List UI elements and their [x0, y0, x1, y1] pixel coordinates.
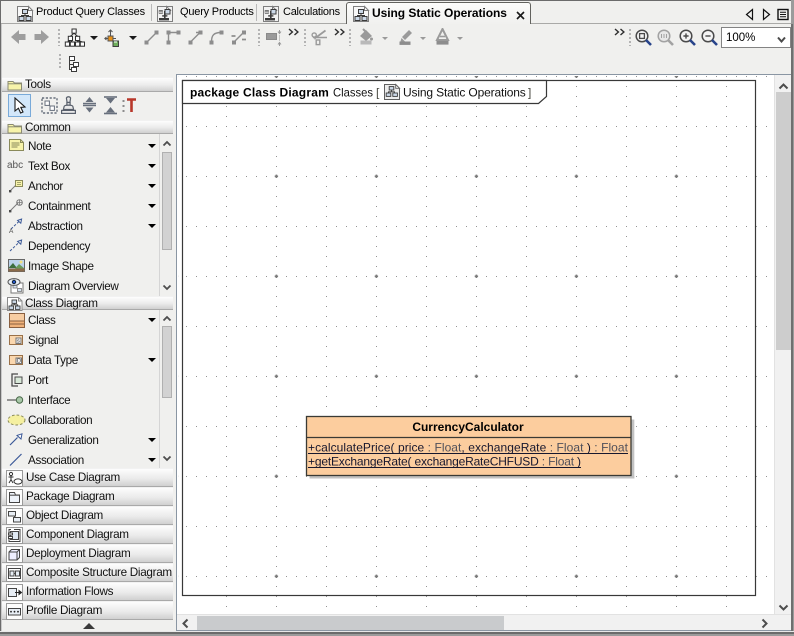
- svg-text:A: A: [9, 228, 14, 233]
- svg-text:s: s: [17, 339, 20, 345]
- svg-text:CurrencyCalculator: CurrencyCalculator: [412, 420, 524, 434]
- svg-text:D: D: [17, 359, 21, 365]
- svg-text:]: ]: [528, 86, 531, 100]
- svg-text:Using Static Operations: Using Static Operations: [403, 86, 526, 100]
- svg-text:Classes: Classes: [333, 86, 373, 100]
- svg-text:package Class Diagram: package Class Diagram: [190, 86, 329, 100]
- svg-text:+getExchangeRate( exchangeRate: +getExchangeRate( exchangeRateCHFUSD : F…: [308, 455, 581, 469]
- svg-text:+calculatePrice( price : Float: +calculatePrice( price : Float, exchange…: [308, 441, 629, 455]
